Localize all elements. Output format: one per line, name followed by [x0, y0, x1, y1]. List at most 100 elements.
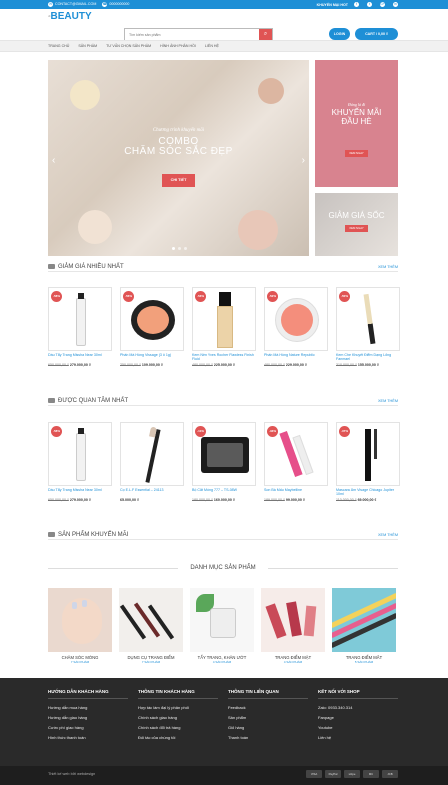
product-card[interactable]: -37% Mascara Ảm Visage Chicago Jupiter 1… [336, 422, 400, 502]
see-more-link[interactable]: XEM THÊM [378, 533, 398, 537]
category-image[interactable] [119, 588, 183, 652]
side-banner-summer[interactable]: Đúng là đỉ KHUYẾN MÃI ĐẦU HÈ XEM NGAY [315, 60, 398, 187]
promo-link[interactable]: KHUYẾN MẠI HOT [317, 3, 348, 7]
side-banner-button[interactable]: XEM NGAY [345, 150, 368, 157]
product-image[interactable]: -50% [336, 287, 400, 351]
see-more-link[interactable]: XEM THÊM [378, 265, 398, 269]
footer-link[interactable]: Giỏ hàng [228, 725, 308, 730]
footer-link[interactable]: Chính sách đổi trả hàng [138, 725, 218, 730]
product-name[interactable]: Dầu Tẩy Trang Missha Near 30ml [48, 353, 112, 362]
category-image[interactable] [190, 588, 254, 652]
product-card[interactable]: -11% Bộ Cắt Móng 777 – TS-08W 180.000,00… [192, 422, 256, 502]
product-card[interactable]: Cọ E.L.F Essential – 24113 65.000,00 ₫ [120, 422, 184, 502]
category-image[interactable] [48, 588, 112, 652]
product-name[interactable]: Phấn Má Hồng Nature Republic [264, 353, 328, 362]
category-makeup-tools[interactable]: DỤNG CỤ TRANG ĐIỂM 7 SẢN PHẨM [119, 588, 183, 664]
product-name[interactable]: Mascara Ảm Visage Chicago Jupiter 10ml [336, 488, 400, 497]
facebook-icon[interactable]: f [354, 2, 359, 7]
nav-advice[interactable]: TƯ VẤN CHỌN SẢN PHẨM [106, 44, 151, 48]
product-name[interactable]: Dầu Tẩy Trang Missha Near 30ml [48, 488, 112, 497]
see-more-link[interactable]: XEM THÊM [378, 399, 398, 403]
category-image[interactable] [332, 588, 396, 652]
product-image[interactable]: -58% [48, 422, 112, 486]
twitter-icon[interactable]: t [367, 2, 372, 7]
banner-cta-button[interactable]: CHI TIẾT [162, 174, 195, 187]
product-price: 480.000,00 ₫ 229.000,00 ₫ [264, 363, 307, 367]
slider-dot[interactable] [178, 247, 181, 250]
nav-products[interactable]: SẢN PHẨM [78, 44, 97, 48]
nav-home[interactable]: TRANG CHỦ [48, 44, 69, 48]
product-image[interactable]: -33% [264, 422, 328, 486]
category-count: 7 SẢN PHẨM [70, 660, 90, 664]
product-name[interactable]: Kem Nền Yves Rocher Flawless Finish Flui… [192, 353, 256, 362]
nav-feedback[interactable]: HÌNH ẢNH PHẢN HỒI [160, 44, 196, 48]
product-price: 65.000,00 ₫ [120, 498, 139, 502]
login-button[interactable]: LOGIN [329, 28, 350, 40]
logo[interactable]: dtBEAUTY [48, 12, 92, 22]
search-input[interactable] [125, 29, 259, 40]
footer-link[interactable]: Hợp tác làm đại lý phân phối [138, 705, 218, 710]
product-image[interactable]: -56% [120, 287, 184, 351]
product-card[interactable]: -58% Dầu Tẩy Trang Missha Near 30ml 650.… [48, 422, 112, 502]
linkedin-icon[interactable]: in [393, 2, 398, 7]
product-card[interactable]: -56% Phấn Má Hồng Vissage (3 ô 1g) 250.0… [120, 287, 184, 367]
product-name[interactable]: Son Bà Mấu Maybelline [264, 488, 328, 497]
footer-link[interactable]: Youtube [318, 725, 398, 730]
side-banner-button[interactable]: XEM NGAY [345, 225, 368, 232]
product-image[interactable]: -37% [336, 422, 400, 486]
discount-badge: -52% [267, 291, 278, 302]
product-card[interactable]: -52% Phấn Má Hồng Nature Republic 480.00… [264, 287, 328, 367]
product-image[interactable]: -52% [264, 287, 328, 351]
product-image[interactable]: -53% [192, 287, 256, 351]
product-name[interactable]: Cọ E.L.F Essential – 24113 [120, 488, 184, 497]
product-price: 250.000,00 ₫ 109.000,00 ₫ [120, 363, 163, 367]
footer-link[interactable]: Zalo: 0933.340.314 [318, 705, 398, 710]
chevron-left-icon[interactable]: ‹ [52, 155, 55, 166]
product-image[interactable]: -11% [192, 422, 256, 486]
search-button[interactable]: ⌕ [259, 29, 272, 40]
footer-link[interactable]: Chính sách giao hàng [138, 715, 218, 720]
footer-link[interactable]: Liên hệ [318, 735, 398, 740]
product-name[interactable]: Bộ Cắt Móng 777 – TS-08W [192, 488, 256, 497]
discount-badge: -50% [339, 291, 350, 302]
product-card[interactable]: -50% Kem Che Khuyết Điểm Dạng Lỏng Fanma… [336, 287, 400, 367]
category-image[interactable] [261, 588, 325, 652]
nav-contact[interactable]: LIÊN HỆ [205, 44, 219, 48]
email-link[interactable]: ✉ CONTACT@GMAIL.COM [48, 2, 96, 7]
category-cleansing[interactable]: TẨY TRANG, KHĂN ƯỚT 4 SẢN PHẨM [190, 588, 254, 664]
copyright-text[interactable]: Thiết kế web bởi webdesign [48, 772, 95, 776]
product-image[interactable]: -58% [48, 287, 112, 351]
chevron-right-icon[interactable]: › [302, 155, 305, 166]
footer-link[interactable]: Hình thức thanh toán [48, 735, 128, 740]
footer-link[interactable]: Hướng dẫn mua hàng [48, 705, 128, 710]
footer-link[interactable]: Thanh toán [228, 735, 308, 740]
footer-link[interactable]: Hướng dẫn giao hàng [48, 715, 128, 720]
footer-link[interactable]: Feedback [228, 705, 308, 710]
side-banner-sale[interactable]: GIẢM GIÁ SỐC XEM NGAY [315, 193, 398, 256]
banner-title: COMBO CHĂM SÓC SẮC ĐẸP [124, 136, 233, 157]
footer-link[interactable]: Fanpage [318, 715, 398, 720]
product-name[interactable]: Kem Che Khuyết Điểm Dạng Lỏng Fanmael [336, 353, 400, 362]
product-image[interactable] [120, 422, 184, 486]
category-eye-makeup[interactable]: TRANG ĐIỂM MẮT 5 SẢN PHẨM [332, 588, 396, 664]
discount-badge: -37% [339, 426, 350, 437]
product-card[interactable]: -53% Kem Nền Yves Rocher Flawless Finish… [192, 287, 256, 367]
paypal-icon: PayPal [325, 770, 341, 778]
slider-dot[interactable] [172, 247, 175, 250]
footer-link[interactable]: Sản phẩm [228, 715, 308, 720]
category-face-makeup[interactable]: TRANG ĐIỂM MẶT 4 SẢN PHẨM [261, 588, 325, 664]
category-nail-care[interactable]: CHĂM SÓC MÓNG 7 SẢN PHẨM [48, 588, 112, 664]
phone-link[interactable]: ☎ 0000000000 [102, 2, 129, 7]
google-plus-icon[interactable]: G+ [380, 2, 385, 7]
slider-dot[interactable] [184, 247, 187, 250]
product-card[interactable]: -58% Dầu Tẩy Trang Missha Near 30ml 650.… [48, 287, 112, 367]
product-card[interactable]: -33% Son Bà Mấu Maybelline 189.000,00 ₫ … [264, 422, 328, 502]
hero-banner[interactable]: Chương trình khuyến mãi COMBO CHĂM SÓC SẮ… [48, 60, 309, 256]
footer-link[interactable]: Cước phí giao hàng [48, 725, 128, 730]
footer-link[interactable]: Đối tác của chúng tôi [138, 735, 218, 740]
product-name[interactable]: Phấn Má Hồng Vissage (3 ô 1g) [120, 353, 184, 362]
cart-button[interactable]: CART / 0,00 ₫ [355, 28, 398, 40]
search-icon: ⌕ [263, 31, 268, 37]
main-nav: TRANG CHỦ SẢN PHẨM TƯ VẤN CHỌN SẢN PHẨM … [0, 40, 448, 52]
decor-image [78, 210, 112, 244]
